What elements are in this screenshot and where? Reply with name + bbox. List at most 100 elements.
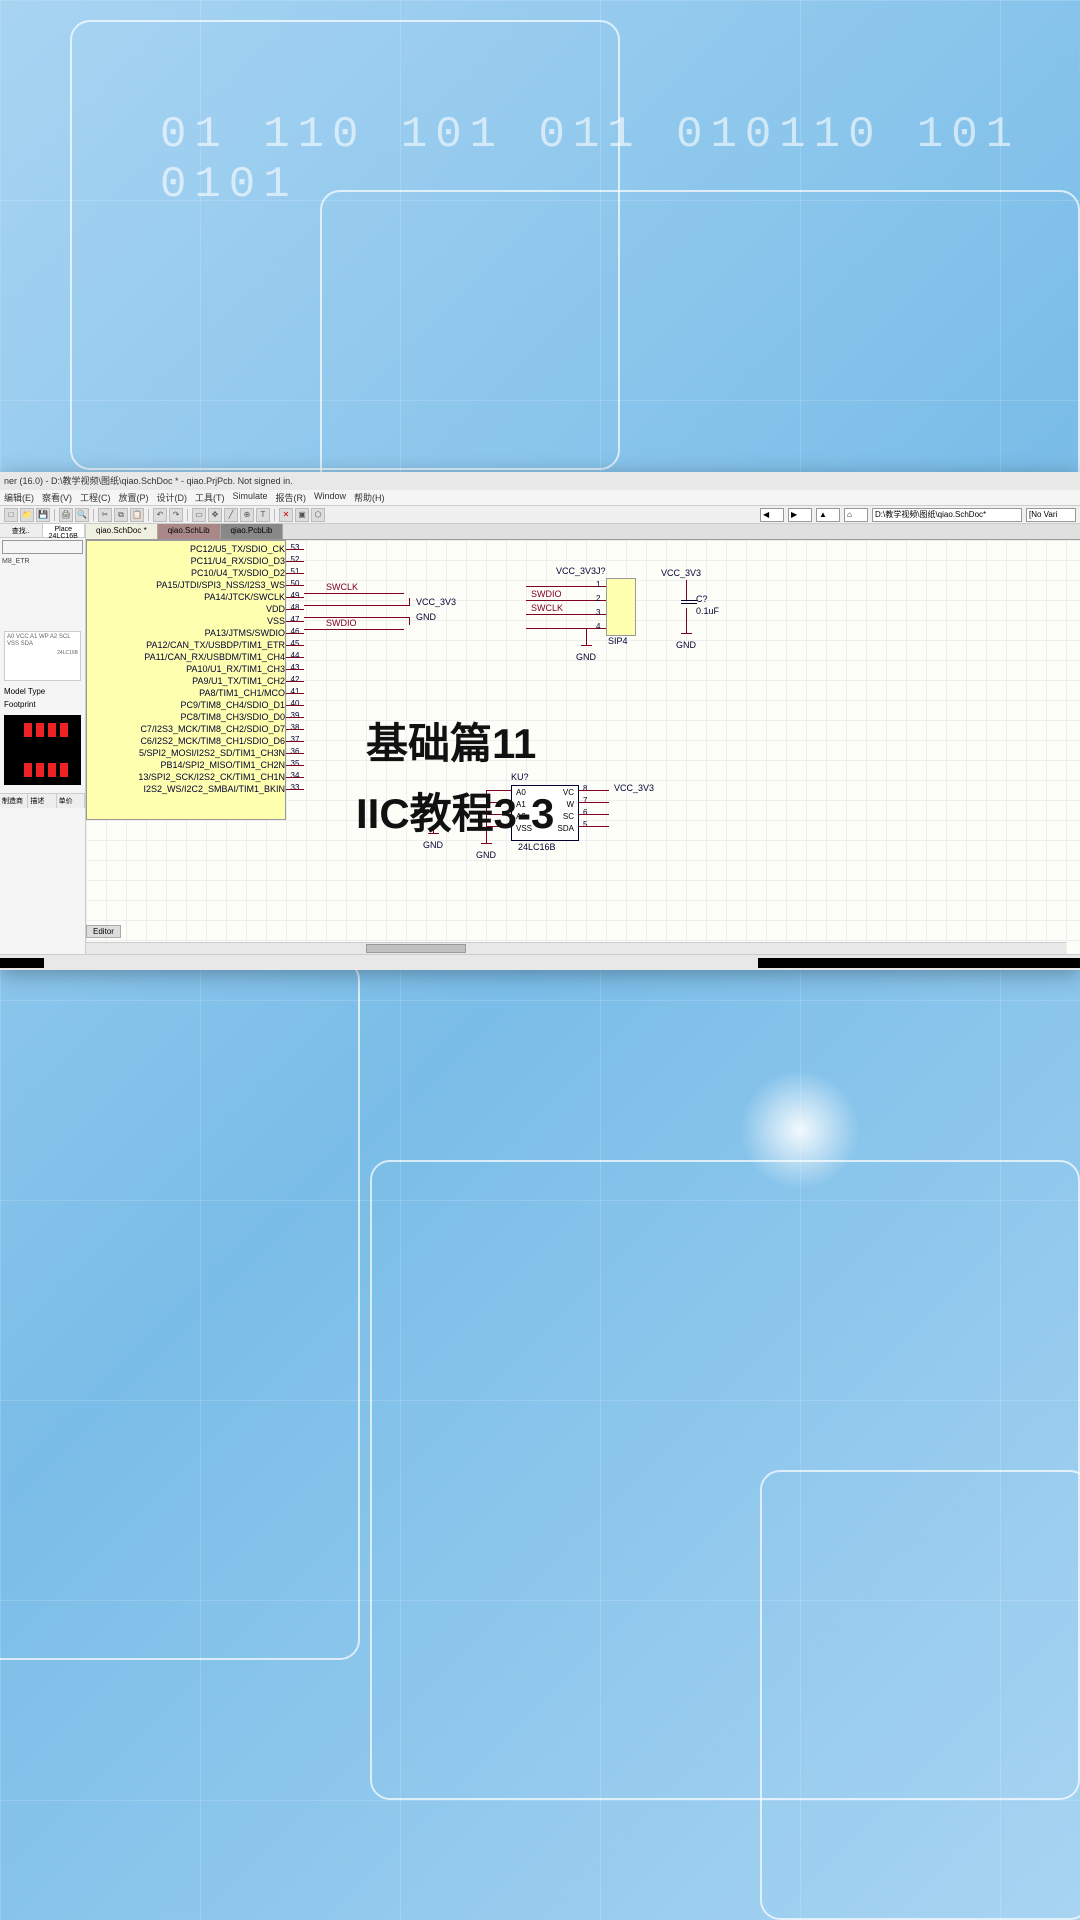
pin-label: PA8/TIM1_CH1/MCO	[89, 688, 285, 698]
tb-port-icon[interactable]: ⬡	[311, 508, 325, 522]
pin-label: VDD	[89, 604, 285, 614]
horizontal-scrollbar[interactable]	[86, 942, 1066, 954]
menu-simulate[interactable]: Simulate	[233, 491, 268, 504]
black-bar-left	[0, 958, 44, 968]
col-mfr[interactable]: 制造商	[0, 794, 28, 808]
lens-flare	[740, 1070, 860, 1190]
pin-label: PC8/TIM8_CH3/SDIO_D0	[89, 712, 285, 722]
document-tabs: qiao.SchDoc * qiao.SchLib qiao.PcbLib	[86, 524, 1080, 540]
lib-name: M8_ETR	[0, 556, 85, 567]
pin-number: 36	[286, 747, 304, 756]
variant-combo[interactable]: [No Vari	[1026, 508, 1076, 522]
toolbar: □ 📁 💾 🖨 🔍 ✂ ⧉ 📋 ↶ ↷ ▭ ✥ ╱ ⊕ T ✕ ▣ ⬡ ◀ ▶ …	[0, 506, 1080, 524]
net-swdio-2[interactable]: SWDIO	[531, 589, 562, 599]
path-combo[interactable]: D:\教学视频\图纸\qiao.SchDoc*	[872, 508, 1022, 522]
scroll-thumb[interactable]	[366, 944, 466, 953]
pin-label: VSS	[89, 616, 285, 626]
tb-save-icon[interactable]: 💾	[36, 508, 50, 522]
tab-schdoc[interactable]: qiao.SchDoc *	[86, 524, 158, 539]
tb-cut-icon[interactable]: ✂	[98, 508, 112, 522]
menu-help[interactable]: 帮助(H)	[354, 491, 385, 504]
tb-select-icon[interactable]: ▭	[192, 508, 206, 522]
pin-label: PB14/SPI2_MISO/TIM1_CH2N	[89, 760, 285, 770]
tb-zoom-icon[interactable]: 🔍	[75, 508, 89, 522]
tb-new-icon[interactable]: □	[4, 508, 18, 522]
model-type-label: Model Type	[0, 685, 85, 698]
video-title-1: 基础篇11	[366, 710, 536, 771]
ic2-name: 24LC16B	[518, 842, 556, 852]
pin-label: PC11/U4_RX/SDIO_D3	[89, 556, 285, 566]
capacitor[interactable]	[681, 598, 697, 606]
pin-label: PA14/JTCK/SWCLK	[89, 592, 285, 602]
video-title-2: IIC教程3-3	[356, 780, 554, 841]
menu-reports[interactable]: 报告(R)	[276, 491, 307, 504]
search-tab[interactable]: 查找..	[0, 524, 43, 537]
pin-label: I2S2_WS/I2C2_SMBAI/TIM1_BKIN	[89, 784, 285, 794]
net-swclk[interactable]: SWCLK	[326, 582, 358, 592]
pin-label: PA11/CAN_RX/USBDM/TIM1_CH4	[89, 652, 285, 662]
sip4-label: SIP4	[608, 636, 628, 646]
tb-open-icon[interactable]: 📁	[20, 508, 34, 522]
nav-home[interactable]: ⌂	[844, 508, 868, 522]
pin-number: 37	[286, 735, 304, 744]
pin-number: 52	[286, 555, 304, 564]
tb-print-icon[interactable]: 🖨	[59, 508, 73, 522]
tb-undo-icon[interactable]: ↶	[153, 508, 167, 522]
black-bar-right	[758, 958, 1080, 968]
footprint-label: Footprint	[0, 698, 85, 711]
gnd-symbol-1	[579, 640, 593, 652]
editor-tab[interactable]: Editor	[86, 925, 121, 938]
cap-value: 0.1uF	[696, 606, 719, 616]
schematic-canvas[interactable]: PC12/U5_TX/SDIO_CK53PC11/U4_RX/SDIO_D352…	[86, 540, 1080, 954]
tab-pcblib[interactable]: qiao.PcbLib	[221, 524, 284, 539]
altium-designer-window: ner (16.0) - D:\教学视频\图纸\qiao.SchDoc * - …	[0, 472, 1080, 970]
tb-paste-icon[interactable]: 📋	[130, 508, 144, 522]
pin-number: 45	[286, 639, 304, 648]
menu-bar: 编辑(E) 察看(V) 工程(C) 放置(P) 设计(D) 工具(T) Simu…	[0, 490, 1080, 506]
nav-up[interactable]: ▲	[816, 508, 840, 522]
net-swclk-2[interactable]: SWCLK	[531, 603, 563, 613]
title-bar: ner (16.0) - D:\教学视频\图纸\qiao.SchDoc * - …	[0, 472, 1080, 490]
pin-label: PA13/JTMS/SWDIO	[89, 628, 285, 638]
sip4-connector[interactable]	[606, 578, 636, 636]
library-combo[interactable]	[2, 540, 83, 554]
pin-label: PA9/U1_TX/TIM1_CH2	[89, 676, 285, 686]
component-symbol-preview: A0 VCC A1 WP A2 SCL VSS SDA 24LC16B	[4, 631, 81, 681]
menu-project[interactable]: 工程(C)	[80, 491, 111, 504]
pin-label: PA15/JTDI/SPI3_NSS/I2S3_WS	[89, 580, 285, 590]
pin-number: 39	[286, 711, 304, 720]
pin-number: 35	[286, 759, 304, 768]
tb-bus-icon[interactable]: ✕	[279, 508, 293, 522]
menu-view[interactable]: 察看(V)	[42, 491, 72, 504]
tb-copy-icon[interactable]: ⧉	[114, 508, 128, 522]
tb-text-icon[interactable]: T	[256, 508, 270, 522]
pin-label: PA10/U1_RX/TIM1_CH3	[89, 664, 285, 674]
col-price[interactable]: 单价	[57, 794, 85, 808]
library-panel: 查找.. Place 24LC16B M8_ETR A0 VCC A1 WP A…	[0, 524, 86, 954]
tb-sheet-icon[interactable]: ▣	[295, 508, 309, 522]
pin-number: 48	[286, 603, 304, 612]
menu-place[interactable]: 放置(P)	[119, 491, 149, 504]
nav-back[interactable]: ◀	[760, 508, 784, 522]
binary-decoration: 01 110 101 011 010110 101 0101	[160, 110, 1080, 210]
menu-tools[interactable]: 工具(T)	[195, 491, 225, 504]
vcc-label-2: VCC_3V3	[661, 568, 701, 578]
gnd-label-5: GND	[423, 840, 443, 850]
pin-label: PC10/U4_TX/SDIO_D2	[89, 568, 285, 578]
pin-number: 50	[286, 579, 304, 588]
menu-design[interactable]: 设计(D)	[157, 491, 188, 504]
net-swdio[interactable]: SWDIO	[326, 618, 357, 628]
tb-wire-icon[interactable]: ╱	[224, 508, 238, 522]
gnd-label-4: GND	[476, 850, 496, 860]
tb-redo-icon[interactable]: ↷	[169, 508, 183, 522]
menu-edit[interactable]: 编辑(E)	[4, 491, 34, 504]
place-tab[interactable]: Place 24LC16B	[43, 524, 86, 537]
tb-net-icon[interactable]: ⊕	[240, 508, 254, 522]
tb-move-icon[interactable]: ✥	[208, 508, 222, 522]
gnd-label-3: GND	[676, 640, 696, 650]
tab-schlib[interactable]: qiao.SchLib	[158, 524, 221, 539]
nav-fwd[interactable]: ▶	[788, 508, 812, 522]
col-desc[interactable]: 描述	[28, 794, 56, 808]
pin-number: 53	[286, 543, 304, 552]
menu-window[interactable]: Window	[314, 491, 346, 504]
